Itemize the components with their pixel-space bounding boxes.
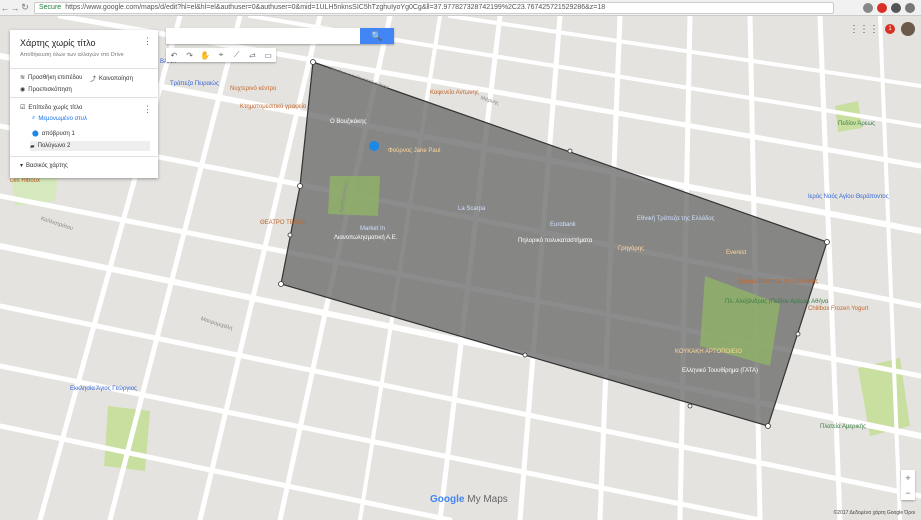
reload-icon[interactable]: ↻ (20, 2, 30, 13)
polygon-icon: ▰ (30, 143, 35, 150)
layer-style: Μεμονωμένο στυλ (38, 115, 88, 122)
layer-item-1[interactable]: ⬤ απόβρυση 1 (32, 130, 75, 138)
preview-button[interactable]: ◉ Προεπισκόπηση (20, 86, 72, 94)
layers-icon: ≋ (20, 75, 26, 81)
zoom-in-icon[interactable]: + (905, 473, 910, 483)
search-icon: 🔍 (371, 30, 383, 41)
add-layer-button[interactable]: ≋ Προσθήκη επιπέδου (20, 74, 83, 82)
map-credits[interactable]: ©2017 Δεδομένα χάρτη Google Όροι (834, 510, 915, 516)
poi-zaxaroplasteio[interactable]: Ζαχαροπλαστεία Θεσαλονίκης (738, 279, 818, 285)
add-layer-label: Προσθήκη επιπέδου (28, 74, 83, 81)
style-icon: ⌕ (32, 115, 36, 121)
map-title[interactable]: Χάρτης χωρίς τίτλο (20, 38, 96, 48)
poi-chillbox[interactable]: Chillbox Frozen Yogurt (808, 306, 868, 312)
basemap-toggle[interactable]: ▾ Βασικός χάρτης (20, 162, 68, 170)
poi-ethniki[interactable]: Εθνική Τράπεζα της Ελλάδος (637, 216, 715, 222)
notification-badge[interactable]: 1 (885, 24, 895, 34)
extension-icon[interactable] (891, 2, 901, 13)
marker-icon: ⬤ (32, 131, 39, 137)
avatar[interactable] (901, 22, 915, 36)
url-text: https://www.google.com/maps/d/edit?hl=el… (65, 4, 606, 11)
poi-polykatastima[interactable]: Πηλορικό πολυκαταστήματα (518, 238, 592, 244)
zoom-control: + − (901, 470, 915, 500)
poi-grigoris[interactable]: Γρηγόρης (618, 246, 644, 252)
layer-header[interactable]: ☑ Επίπεδο χωρίς τίτλο (20, 104, 83, 112)
poi-kafeneio[interactable]: Καφενείο Αντωνης (430, 90, 479, 96)
basemap-label: Βασικός χάρτης (26, 162, 68, 169)
save-status: Αποθήκευση όλων των αλλαγών στο Drive (20, 52, 124, 58)
poi-ekklisia[interactable]: Εκκλησία Άγιος Γεώργιος (70, 386, 137, 392)
google-mymaps-logo: Google My Maps (430, 494, 508, 505)
poi-fournos[interactable]: Φούρνος Jane Paul (388, 148, 440, 154)
route-icon[interactable]: ⥄ (245, 50, 261, 60)
account-area: ⋮⋮⋮ 1 (849, 22, 915, 36)
item-label: απόβρυση 1 (41, 130, 75, 137)
browser-toolbar: ← → ↻ Secure https://www.google.com/maps… (0, 0, 921, 16)
ruler-icon[interactable]: ▭ (260, 51, 276, 60)
menu-icon[interactable] (905, 2, 915, 13)
poi-theatro[interactable]: ΘΕΑΤΡΟ ΤΕΧΝΗ (260, 220, 306, 226)
line-icon[interactable]: ⟋ (229, 50, 245, 60)
hand-icon[interactable]: ✋ (197, 51, 213, 60)
share-label: Κοινοποίηση (99, 75, 133, 82)
chevron-down-icon: ▾ (20, 163, 24, 169)
map-search[interactable]: 🔍 (166, 28, 394, 44)
pinterest-icon[interactable] (877, 2, 887, 13)
search-button[interactable]: 🔍 (360, 28, 394, 44)
poi-piraeus[interactable]: Τράπεζα Πειραιώς (170, 81, 219, 87)
undo-icon[interactable]: ↶ (166, 51, 182, 60)
more-menu-icon[interactable]: ⋮ (143, 36, 152, 47)
redo-icon[interactable]: ↷ (182, 51, 198, 60)
layer-item-2[interactable]: ▰ Πολύγωνο 2 (30, 141, 150, 151)
star-icon[interactable] (863, 2, 873, 13)
address-bar[interactable]: Secure https://www.google.com/maps/d/edi… (34, 1, 834, 14)
preview-label: Προεπισκόπηση (28, 86, 72, 93)
poi-ierosnaos[interactable]: Ιερός Ναός Αγίου Θεράποντος (808, 194, 889, 200)
item-label: Πολύγωνο 2 (37, 143, 71, 149)
share-button[interactable]: ⤴ Κοινοποίηση (90, 74, 133, 84)
eye-icon: ◉ (20, 87, 26, 93)
drawing-toolbar: ↶ ↷ ✋ ⌖ ⟋ ⥄ ▭ (166, 48, 276, 62)
secure-label: Secure (39, 4, 62, 11)
layer-menu-icon[interactable]: ⋮ (143, 104, 152, 115)
poi-market[interactable]: Market In (360, 226, 385, 232)
poi-koukaki[interactable]: ΚΟΥΚΑΚΗ ΑΡΤΟΠΟΙΕΙΟ (675, 349, 742, 355)
layer-name: Επίπεδο χωρίς τίτλο (28, 104, 83, 111)
poi-platia-amerikis[interactable]: Πλατεία Αμερικής (820, 424, 866, 430)
poi-everest[interactable]: Everest (726, 250, 746, 256)
side-panel: Χάρτης χωρίς τίτλο ⋮ Αποθήκευση όλων των… (10, 30, 158, 178)
share-icon: ⤴ (90, 77, 97, 83)
layer-style-link[interactable]: ⌕ Μεμονωμένο στυλ (32, 115, 87, 122)
apps-grid-icon[interactable]: ⋮⋮⋮ (849, 24, 879, 35)
poi-lesmiboux[interactable]: Les Hiboux (10, 178, 40, 184)
back-icon[interactable]: ← (0, 3, 10, 13)
google-brand: Google (430, 494, 465, 505)
poi-pl-alexandras[interactable]: Πλ. Αλεξάνδρας (Πεδίον Αρέως) Αθήνα (725, 299, 828, 305)
zoom-out-icon[interactable]: − (905, 488, 910, 498)
mymaps-brand: My Maps (467, 494, 508, 505)
poi-eurobank[interactable]: Eurobank (550, 222, 576, 228)
poi-pedion[interactable]: Πεδίον Άρεως (838, 121, 875, 127)
forward-icon[interactable]: → (10, 3, 20, 13)
marker-icon[interactable]: ⌖ (213, 50, 229, 60)
poi-vouzikakis[interactable]: Ο Βουζικάκης (330, 119, 366, 125)
poi-leptiro[interactable]: Λιανοπωλησματική Α.Ε. (334, 235, 397, 241)
poi-ktimatomesitiko[interactable]: Κτηματομεσιτικό γραφείο (240, 104, 306, 110)
poi-nightclub[interactable]: Νυχτερινό κέντρο (230, 86, 276, 92)
extensions (863, 2, 915, 13)
checkbox-icon[interactable]: ☑ (20, 104, 25, 111)
poi-ellinikos[interactable]: Ελληνικό Τουυθίρημα (ΓΑΤΑ) (682, 368, 758, 374)
poi-scarpa[interactable]: La Scarpa (458, 206, 485, 212)
